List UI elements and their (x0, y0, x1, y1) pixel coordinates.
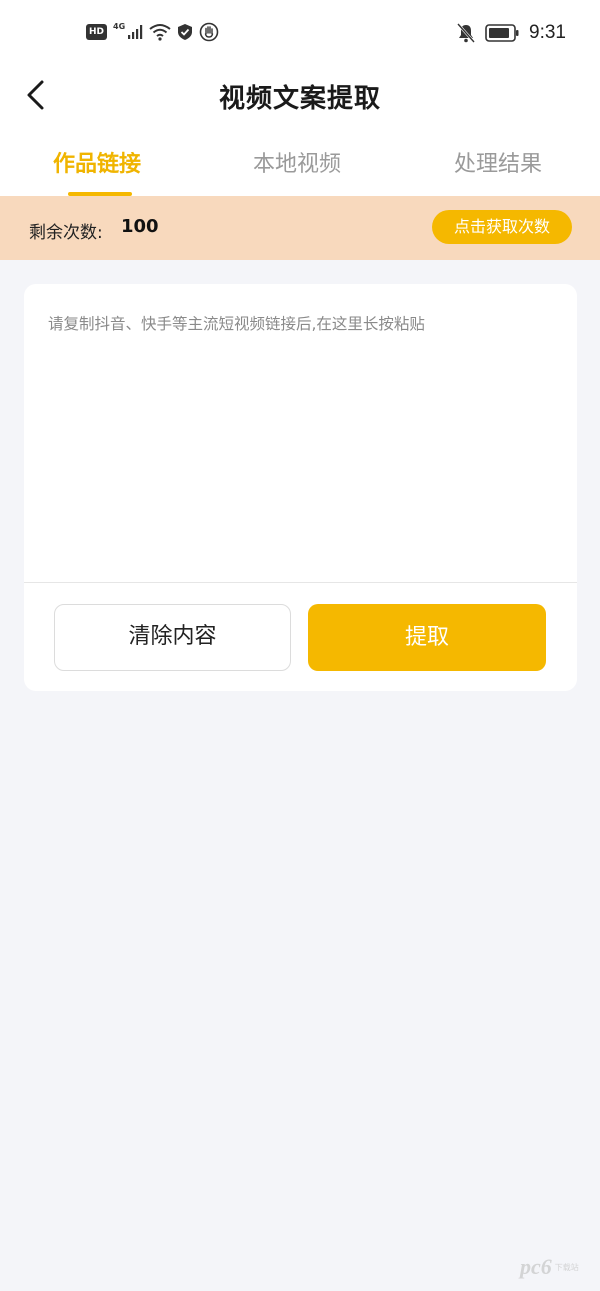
tab-bar: 作品链接 本地视频 处理结果 (0, 120, 600, 196)
card-divider (24, 582, 577, 583)
app-header: 视频文案提取 (0, 70, 600, 120)
bell-mute-icon (457, 23, 475, 43)
quota-bar: 剩余次数: 100 点击获取次数 (0, 196, 600, 260)
status-right-icons: 9:31 (457, 22, 566, 44)
clear-button[interactable]: 清除内容 (54, 604, 291, 671)
watermark-text: pc6 (520, 1254, 552, 1279)
status-left-icons: HD 4G (86, 22, 219, 42)
quota-label: 剩余次数: (29, 223, 103, 243)
status-bar: HD 4G 9:31 (0, 0, 600, 70)
watermark-logo: pc6 下载站 (520, 1254, 581, 1280)
shield-icon (178, 24, 193, 40)
wifi-icon (149, 24, 171, 41)
watermark-sub: 下载站 (554, 1262, 579, 1272)
page-title: 视频文案提取 (218, 84, 381, 114)
quota-count: 100 (121, 216, 159, 237)
signal-icon (128, 25, 143, 39)
tab-local-video[interactable]: 本地视频 (253, 146, 341, 178)
link-input-card: 清除内容 提取 (24, 284, 577, 691)
hand-icon (199, 22, 219, 42)
get-more-button[interactable]: 点击获取次数 (432, 210, 572, 244)
hd-badge: HD (86, 24, 108, 40)
tab-results[interactable]: 处理结果 (454, 146, 542, 178)
status-time: 9:31 (529, 22, 566, 43)
extract-button[interactable]: 提取 (308, 604, 546, 671)
tab-work-link[interactable]: 作品链接 (53, 146, 141, 178)
battery-icon (485, 24, 519, 42)
network-type: 4G (113, 22, 126, 31)
link-input[interactable] (24, 284, 577, 582)
